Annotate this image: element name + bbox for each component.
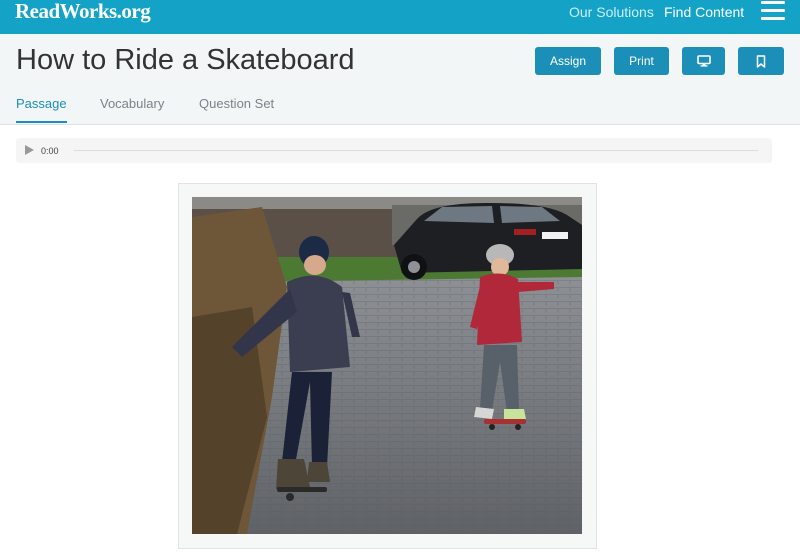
hamburger-icon[interactable] (761, 1, 785, 21)
page-title: How to Ride a Skateboard (16, 44, 355, 76)
readworks-logo[interactable]: ReadWorks.org (15, 0, 151, 22)
monitor-icon (696, 55, 711, 67)
skateboarding-children-photo (192, 197, 582, 534)
assign-button[interactable]: Assign (535, 47, 601, 75)
tab-question-set[interactable]: Question Set (199, 96, 274, 112)
passage-image-frame (178, 183, 597, 549)
play-icon[interactable] (25, 145, 34, 155)
nav-find-content[interactable]: Find Content (664, 4, 744, 20)
bookmark-button[interactable] (738, 47, 784, 75)
tab-passage[interactable]: Passage (16, 96, 67, 112)
page-header: How to Ride a Skateboard Assign Print Pa… (0, 34, 800, 125)
bookmark-icon (756, 54, 766, 68)
print-button[interactable]: Print (614, 47, 669, 75)
audio-progress-track[interactable] (74, 150, 758, 151)
audio-player: 0:00 (16, 138, 772, 163)
top-nav-bar: ReadWorks.org Our Solutions Find Content (0, 0, 800, 34)
audio-time: 0:00 (41, 146, 59, 156)
active-tab-indicator (16, 121, 67, 123)
present-button[interactable] (682, 47, 725, 75)
tab-vocabulary[interactable]: Vocabulary (100, 96, 164, 112)
nav-our-solutions[interactable]: Our Solutions (569, 4, 654, 20)
